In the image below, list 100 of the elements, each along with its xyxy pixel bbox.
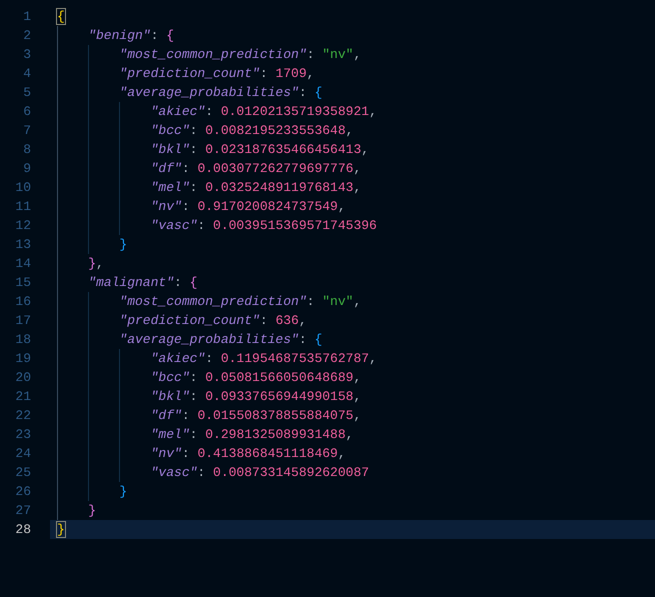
line-number: 23 [14,427,31,442]
colon: : [190,142,198,157]
comma: , [338,199,346,214]
json-key: "df" [150,161,182,176]
line-number: 19 [14,351,31,366]
comma: , [353,180,362,195]
colon: : [150,28,158,43]
line-number: 10 [14,180,31,195]
json-key: "prediction_count" [119,313,260,328]
close-brace: } [88,503,96,518]
json-key: "bkl" [150,142,190,157]
close-brace: } [119,237,128,252]
comma: , [346,123,354,138]
json-key: "df" [150,408,182,423]
number-value: 0.11954687535762787 [220,351,370,366]
number-value: 0.05081566050648689 [205,370,354,385]
line-number: 15 [14,275,31,290]
number-value: 0.01202135719358921 [220,104,370,119]
open-brace: { [314,332,322,347]
close-brace: } [88,256,96,271]
line-number: 9 [22,161,31,176]
line-number: 8 [22,142,31,157]
json-key: "bcc" [150,370,190,385]
line-number: 17 [14,313,31,328]
colon: : [298,85,307,100]
colon: : [205,351,214,366]
colon: : [260,313,268,328]
comma: , [353,370,362,385]
open-brace: { [314,85,322,100]
comma: , [338,446,346,461]
colon: : [298,332,307,347]
line-number: 4 [22,66,31,81]
comma: , [346,427,354,442]
number-value: 0.03252489119768143 [205,180,354,195]
line-number: 11 [14,199,31,214]
open-brace: { [190,275,198,290]
line-number: 21 [14,389,31,404]
json-key: "mel" [150,427,190,442]
comma: , [96,256,104,271]
open-brace: { [57,9,65,24]
comma: , [353,389,362,404]
colon: : [174,275,182,290]
colon: : [306,47,314,62]
line-number: 18 [14,332,31,347]
line-number: 7 [22,123,31,138]
colon: : [190,123,198,138]
json-key: "vasc" [150,465,198,480]
json-key: "prediction_count" [119,66,260,81]
line-number: 6 [22,104,31,119]
comma: , [298,313,307,328]
number-value: 0.2981325089931488 [205,427,346,442]
json-key: "most_common_prediction" [119,294,307,309]
line-number: 24 [14,446,31,461]
line-number: 1 [22,9,31,24]
colon: : [190,180,198,195]
open-brace: { [166,28,174,43]
json-key: "akiec" [150,351,206,366]
comma: , [353,294,362,309]
colon: : [260,66,268,81]
number-value: 0.003077262779697776 [197,161,354,176]
line-number: 16 [14,294,31,309]
comma: , [353,408,362,423]
line-number: 20 [14,370,31,385]
json-key: "nv" [150,446,182,461]
line-number: 27 [14,503,31,518]
colon: : [182,199,190,214]
line-number: 3 [22,47,31,62]
json-key: "akiec" [150,104,206,119]
json-key: "malignant" [88,275,174,290]
line-number: 14 [14,256,31,271]
colon: : [182,446,190,461]
colon: : [182,408,190,423]
line-number: 12 [14,218,31,233]
comma: , [361,142,370,157]
line-number: 28 [14,522,31,537]
close-brace: } [119,484,128,499]
number-value: 1709 [275,66,307,81]
close-brace: } [57,522,65,537]
number-value: 0.09337656944990158 [205,389,354,404]
comma: , [306,66,314,81]
number-value: 0.008733145892620087 [213,465,370,480]
colon: : [205,104,214,119]
json-key: "bkl" [150,389,190,404]
line-number: 2 [22,28,31,43]
colon: : [182,161,190,176]
number-value: 0.023187635466456413 [205,142,362,157]
colon: : [190,370,198,385]
json-key: "vasc" [150,218,198,233]
colon: : [190,427,198,442]
comma: , [353,47,362,62]
comma: , [369,351,377,366]
json-key: "average_probabilities" [119,332,299,347]
comma: , [369,104,377,119]
json-key: "most_common_prediction" [119,47,307,62]
colon: : [190,389,198,404]
colon: : [197,465,206,480]
json-key: "benign" [88,28,151,43]
json-key: "average_probabilities" [119,85,299,100]
string-value: "nv" [322,47,354,62]
line-number: 5 [22,85,31,100]
